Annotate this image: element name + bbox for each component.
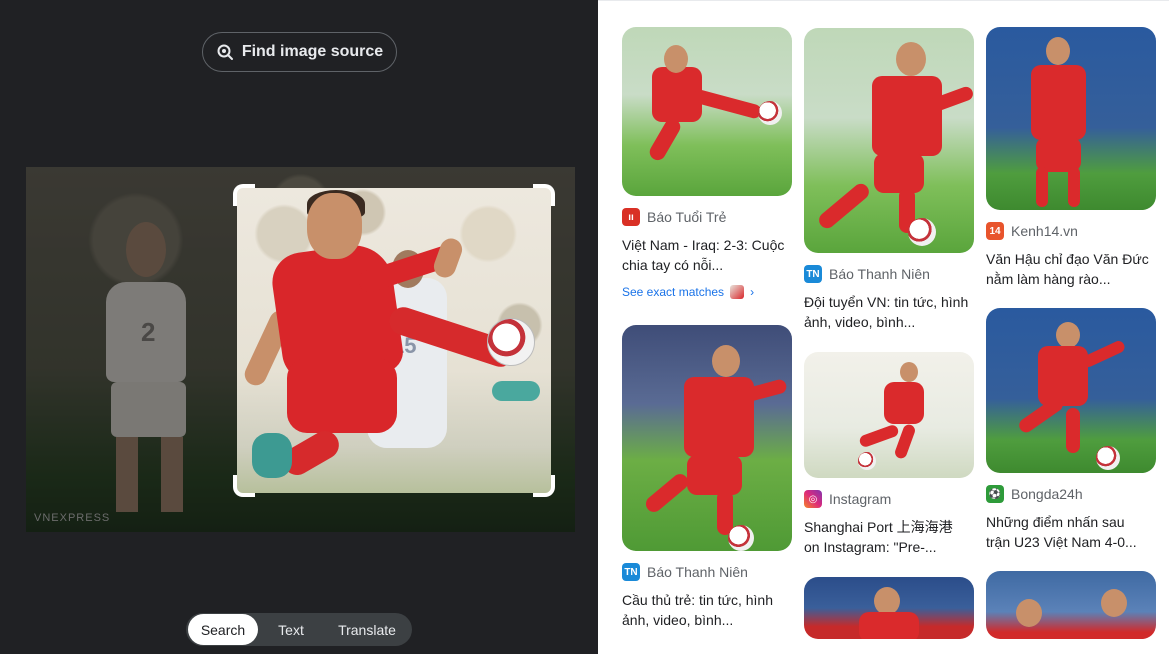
result-card[interactable]: ⚽ Bongda24h Những điểm nhấn sau trận U23… [986, 308, 1156, 552]
result-source: Kenh14.vn [1011, 223, 1078, 239]
thanhnien-icon: TN [804, 265, 822, 283]
tab-translate[interactable]: Translate [324, 614, 410, 645]
result-thumbnail[interactable] [804, 28, 974, 253]
result-title[interactable]: Văn Hậu chỉ đạo Văn Đức nằm làm hàng rào… [986, 249, 1151, 289]
soccer-ball [487, 318, 535, 366]
result-thumbnail[interactable] [622, 27, 792, 196]
thanhnien-icon: TN [622, 563, 640, 581]
instagram-icon: ◎ [804, 490, 822, 508]
result-title[interactable]: Shanghai Port 上海海港 on Instagram: "Pre-..… [804, 517, 969, 557]
result-title[interactable]: Đội tuyển VN: tin tức, hình ảnh, video, … [804, 292, 969, 332]
result-source: Báo Thanh Niên [647, 564, 748, 580]
mode-tabs: Search Text Translate [186, 613, 412, 646]
result-source: Bongda24h [1011, 486, 1083, 502]
result-card[interactable]: ◎ Instagram Shanghai Port 上海海港 on Instag… [804, 352, 974, 557]
player-number: 2 [141, 317, 156, 347]
results-panel: ıı Báo Tuổi Trẻ Việt Nam - Iraq: 2-3: Cu… [598, 0, 1169, 654]
result-card[interactable] [986, 571, 1156, 639]
background-player: 2 [76, 222, 216, 512]
tuoitre-icon: ıı [622, 208, 640, 226]
crop-handle-bottom-right[interactable] [533, 475, 555, 497]
result-card[interactable]: TN Báo Thanh Niên Đội tuyển VN: tin tức,… [804, 28, 974, 332]
see-exact-matches-link[interactable]: See exact matches › [622, 285, 792, 299]
selected-crop-region[interactable]: 15 [237, 188, 551, 493]
result-card[interactable]: TN Báo Thanh Niên Cầu thủ trẻ: tin tức, … [622, 325, 792, 630]
crop-handle-top-left[interactable] [233, 184, 255, 206]
result-thumbnail[interactable] [986, 571, 1156, 639]
result-source: Báo Tuổi Trẻ [647, 209, 727, 225]
exact-matches-label: See exact matches [622, 285, 725, 299]
tab-text[interactable]: Text [258, 614, 324, 645]
result-thumbnail[interactable] [986, 308, 1156, 473]
crop-handle-top-right[interactable] [533, 184, 555, 206]
bongda24h-icon: ⚽ [986, 485, 1004, 503]
result-source: Instagram [829, 491, 892, 507]
result-title[interactable]: Việt Nam - Iraq: 2-3: Cuộc chia tay có n… [622, 235, 787, 275]
find-image-source-button[interactable]: Find image source [202, 32, 397, 72]
google-lens-page: Find image source 2 VNEXPRESS 15 Search … [0, 0, 1169, 654]
kenh14-icon: 14 [986, 222, 1004, 240]
result-card[interactable] [804, 577, 974, 639]
result-card[interactable]: ıı Báo Tuổi Trẻ Việt Nam - Iraq: 2-3: Cu… [622, 27, 792, 299]
crop-handle-bottom-left[interactable] [233, 475, 255, 497]
result-thumbnail[interactable] [804, 577, 974, 639]
result-thumbnail[interactable] [804, 352, 974, 478]
find-image-source-label: Find image source [241, 43, 384, 60]
result-thumbnail[interactable] [986, 27, 1156, 210]
chevron-right-icon: › [750, 285, 755, 299]
result-card[interactable]: 14 Kenh14.vn Văn Hậu chỉ đạo Văn Đức nằm… [986, 27, 1156, 289]
result-source: Báo Thanh Niên [829, 266, 930, 282]
match-thumbnail-icon [730, 285, 745, 299]
result-title[interactable]: Những điểm nhấn sau trận U23 Việt Nam 4-… [986, 512, 1151, 552]
image-panel: Find image source 2 VNEXPRESS 15 Search … [0, 0, 598, 654]
result-title[interactable]: Cầu thủ trẻ: tin tức, hình ảnh, video, b… [622, 590, 787, 630]
lens-search-icon [216, 43, 234, 61]
tab-search[interactable]: Search [188, 614, 258, 645]
result-thumbnail[interactable] [622, 325, 792, 551]
image-watermark: VNEXPRESS [34, 512, 111, 524]
